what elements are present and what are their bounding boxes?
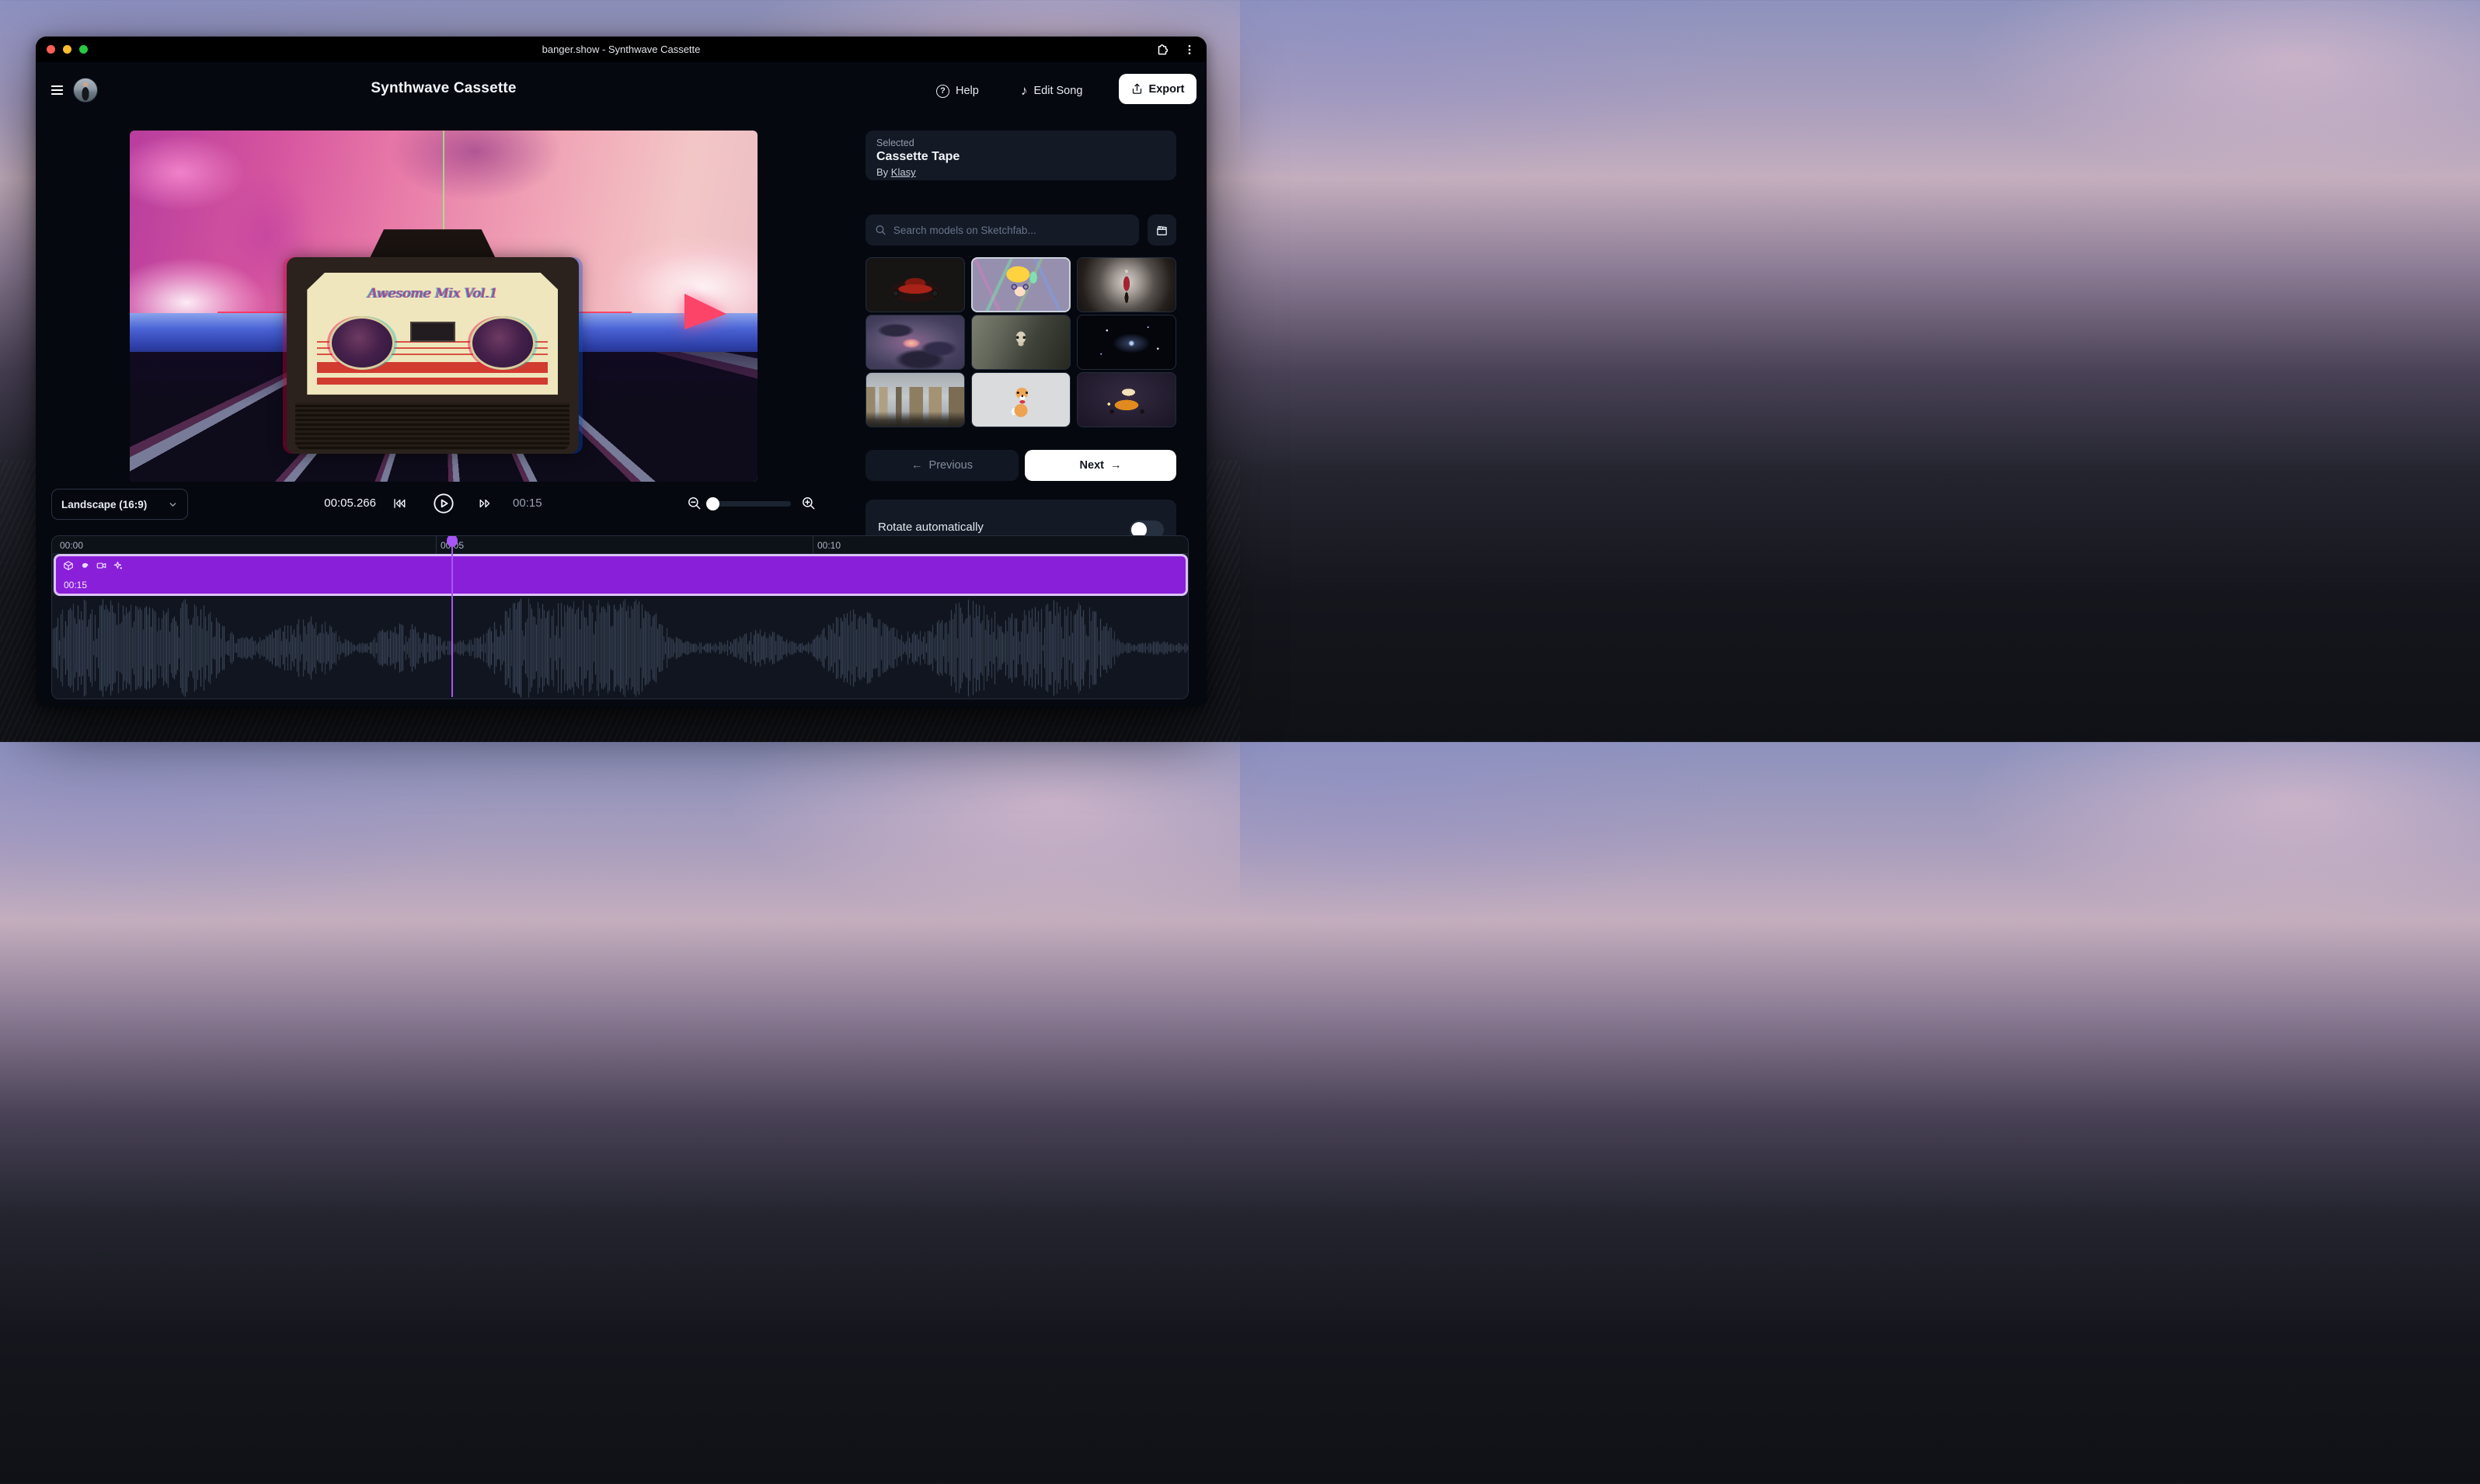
cassette-tape: Awesome Mix Vol.1 — [287, 257, 579, 454]
ruler-tick-label: 00:10 — [817, 540, 841, 551]
arrow-right-icon: → — [1110, 459, 1122, 472]
music-note-icon: ♪ — [1021, 83, 1028, 99]
pink-cone — [684, 294, 726, 329]
zoom-in-button[interactable] — [801, 496, 816, 514]
sparkles-icon — [113, 560, 124, 571]
help-label: Help — [956, 85, 979, 97]
edit-song-label: Edit Song — [1034, 85, 1083, 97]
model-thumbnail-storm-clouds[interactable] — [866, 315, 965, 370]
edit-song-button[interactable]: ♪ Edit Song — [1021, 80, 1082, 102]
extensions-puzzle-icon[interactable] — [1154, 41, 1170, 57]
zoom-out-icon — [687, 496, 702, 510]
window-title: banger.show - Synthwave Cassette — [36, 37, 1207, 62]
play-button[interactable] — [433, 493, 455, 518]
cassette-title-text: Awesome Mix Vol.1 — [307, 286, 558, 301]
aspect-ratio-select[interactable]: Landscape (16:9) — [51, 489, 188, 520]
zoom-out-button[interactable] — [687, 496, 702, 514]
app-window: banger.show - Synthwave Cassette Synthwa… — [36, 37, 1207, 707]
help-button[interactable]: ? Help — [936, 80, 979, 102]
selected-model-name: Cassette Tape — [876, 150, 1165, 164]
clapperboard-icon — [1155, 224, 1169, 237]
clapperboard-button[interactable] — [1148, 214, 1176, 246]
spiral-icon — [79, 560, 90, 571]
search-input[interactable] — [893, 225, 1130, 236]
video-preview[interactable]: Awesome Mix Vol.1 — [130, 131, 758, 482]
author-link[interactable]: Klasy — [891, 166, 916, 178]
fast-forward-icon — [478, 496, 493, 510]
model-thumbnail-shiba-dog[interactable] — [971, 372, 1071, 427]
audio-waveform[interactable] — [52, 596, 1189, 699]
selected-model-byline: By Klasy — [876, 166, 1165, 178]
model-thumbnail-ruined-city[interactable] — [866, 372, 965, 427]
avatar[interactable] — [73, 78, 98, 103]
timeline-ruler[interactable]: 00:00 00:05 00:10 — [52, 536, 1188, 554]
selected-model-panel: Selected Cassette Tape By Klasy — [866, 131, 1176, 180]
model-thumbnail-spiral-galaxy[interactable] — [1077, 315, 1176, 370]
export-share-icon — [1131, 83, 1143, 95]
previous-label: Previous — [929, 459, 973, 472]
clip-duration-label: 00:15 — [64, 580, 87, 590]
aspect-ratio-value: Landscape (16:9) — [61, 499, 168, 510]
export-button[interactable]: Export — [1119, 74, 1196, 104]
model-thumbnail-red-sports-car[interactable] — [866, 257, 965, 312]
help-icon: ? — [936, 85, 949, 98]
previous-page-button[interactable]: ← Previous — [866, 450, 1019, 481]
cassette-label: Awesome Mix Vol.1 — [307, 273, 558, 395]
model-thumbnail-grid — [866, 257, 1176, 427]
video-clip[interactable]: 00:15 — [54, 554, 1188, 596]
next-page-button[interactable]: Next → — [1025, 450, 1176, 481]
model-thumbnail-cartoon-orange-car[interactable] — [1077, 372, 1176, 427]
model-search-field[interactable] — [866, 214, 1139, 246]
titlebar: banger.show - Synthwave Cassette — [36, 37, 1207, 62]
search-icon — [875, 224, 886, 236]
audio-track[interactable] — [52, 596, 1188, 699]
current-time: 00:05.266 — [298, 496, 376, 510]
arrow-left-icon: ← — [911, 459, 923, 472]
timeline-zoom-knob[interactable] — [706, 497, 719, 510]
export-label: Export — [1149, 83, 1185, 96]
rewind-icon — [392, 496, 407, 510]
ruler-tick-label: 00:00 — [60, 540, 83, 551]
video-camera-icon — [96, 560, 107, 571]
chevron-down-icon — [168, 500, 178, 510]
next-label: Next — [1080, 459, 1104, 472]
model-thumbnail-skull[interactable] — [971, 315, 1071, 370]
page-title: Synthwave Cassette — [130, 80, 758, 97]
playhead-line[interactable] — [451, 544, 453, 697]
fast-forward-button[interactable] — [478, 496, 493, 514]
play-icon — [433, 493, 455, 514]
zoom-in-icon — [801, 496, 816, 510]
kebab-menu-icon[interactable] — [1181, 41, 1197, 57]
rewind-button[interactable] — [392, 496, 407, 514]
timeline[interactable]: 00:00 00:05 00:10 00:15 — [51, 535, 1189, 699]
hamburger-menu-icon[interactable] — [49, 82, 65, 98]
model-thumbnail-red-cloaked-figure[interactable] — [1077, 257, 1176, 312]
cube-icon — [63, 560, 74, 571]
model-thumbnail-anime-girl[interactable] — [971, 257, 1071, 312]
timeline-zoom-slider[interactable] — [715, 501, 791, 507]
selected-label: Selected — [876, 138, 1165, 148]
total-time: 00:15 — [513, 496, 542, 510]
rotate-automatically-label: Rotate automatically — [878, 521, 984, 534]
